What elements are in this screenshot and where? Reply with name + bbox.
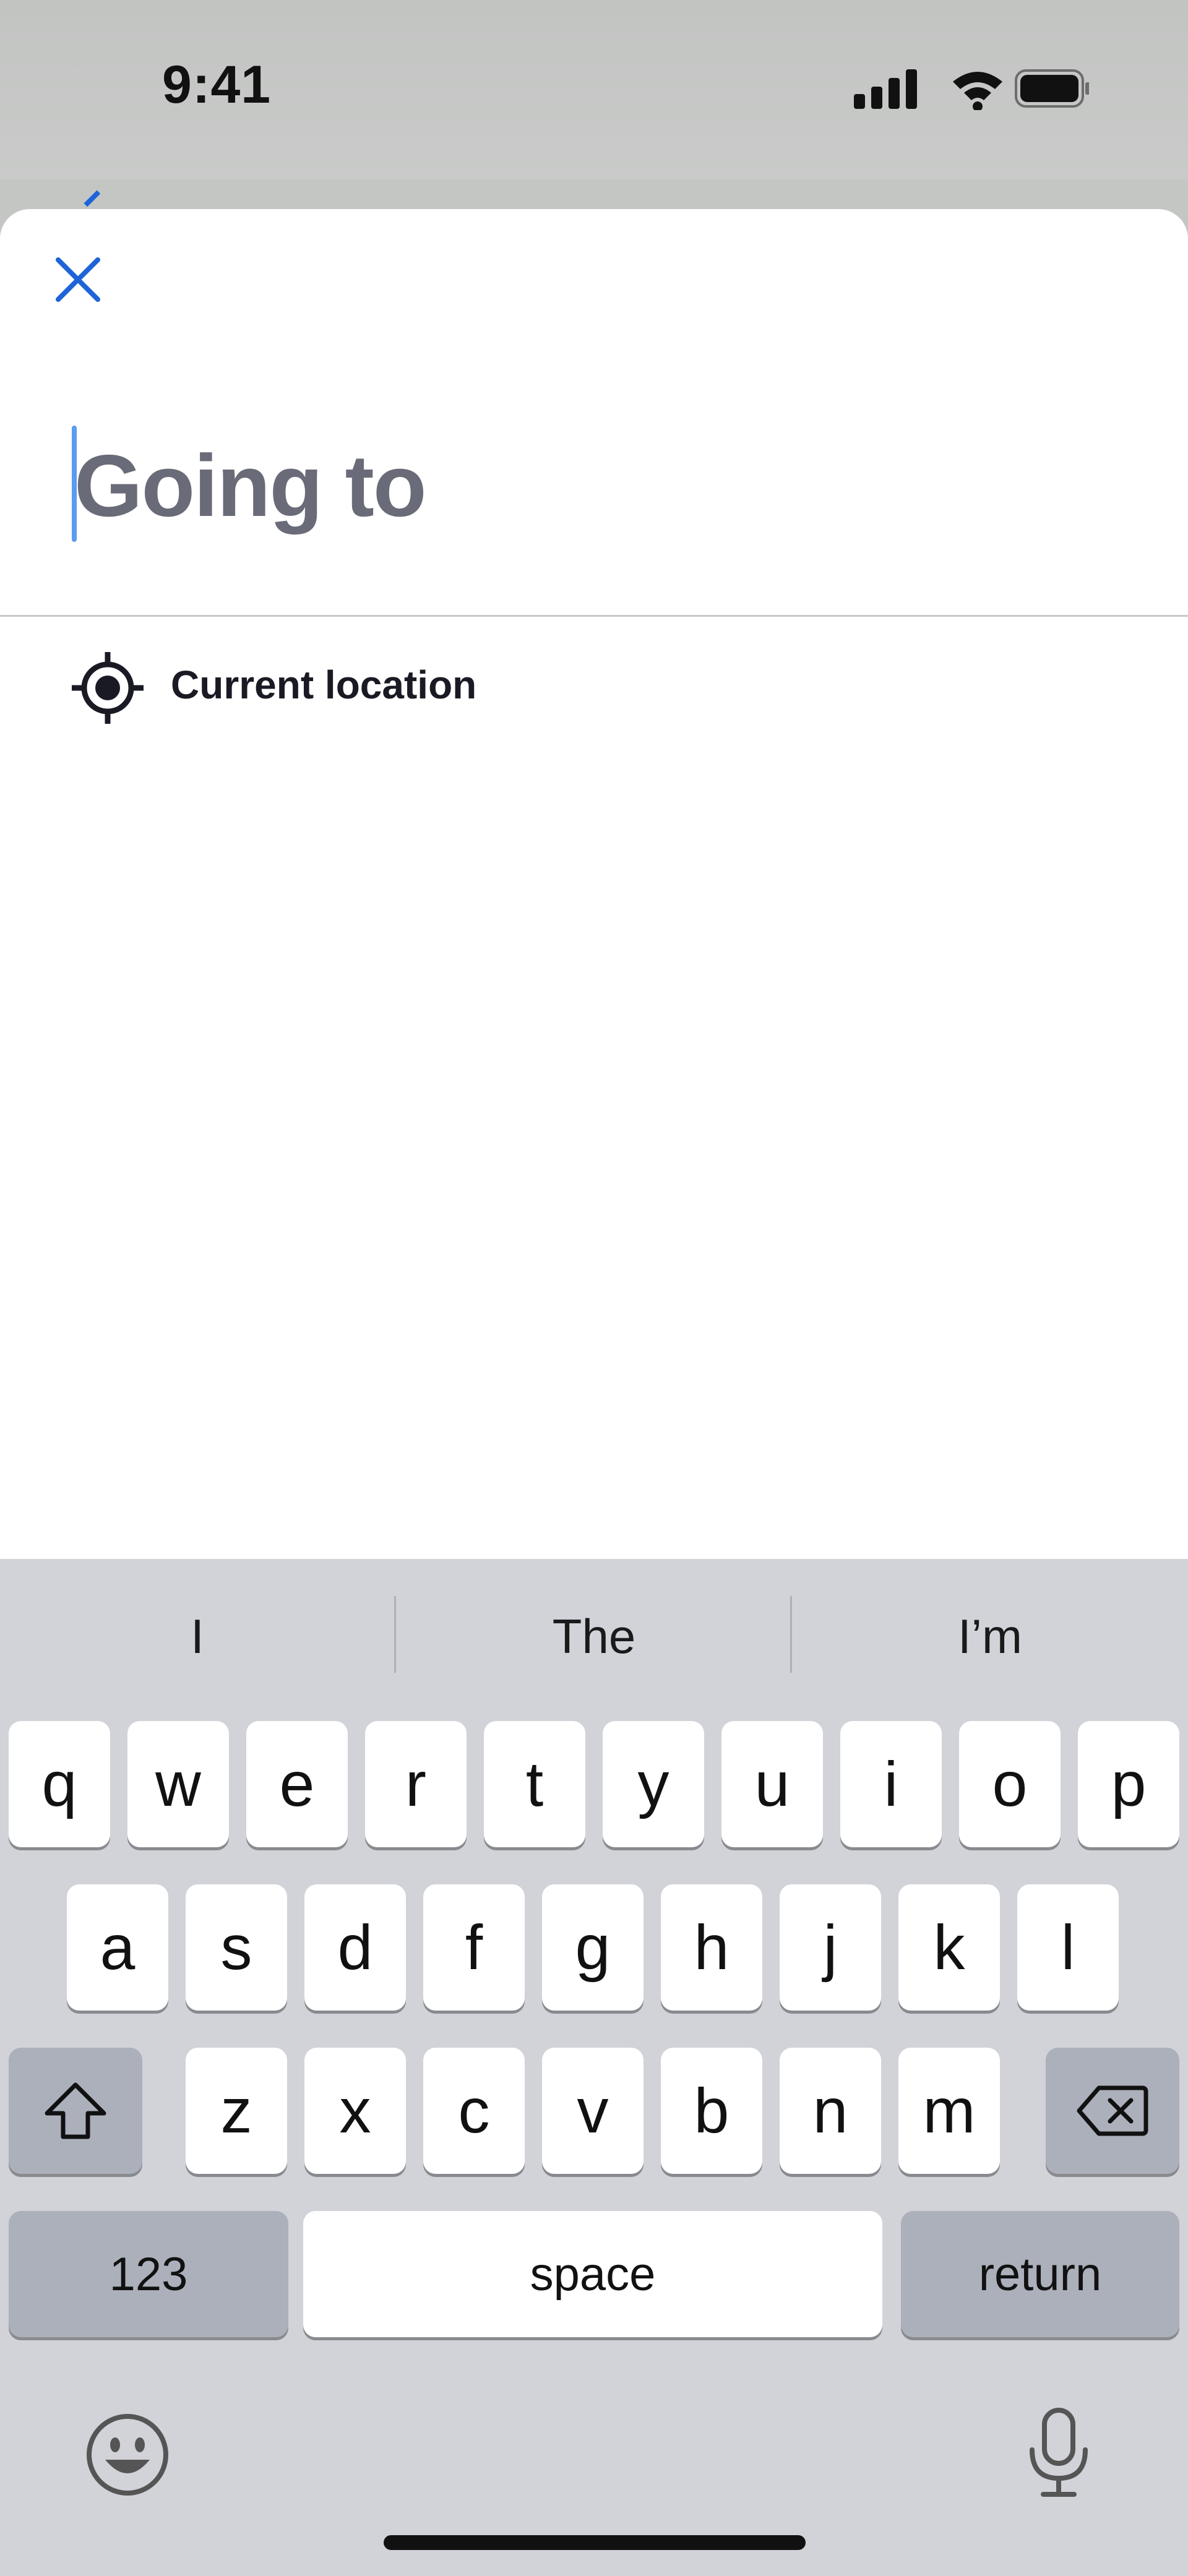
key-h[interactable]: h [661, 1884, 762, 2011]
key-w[interactable]: w [127, 1721, 229, 1847]
key-c[interactable]: c [423, 2048, 525, 2174]
key-i[interactable]: i [840, 1721, 942, 1847]
key-q[interactable]: q [9, 1721, 110, 1847]
delete-icon [1077, 2085, 1148, 2136]
key-t[interactable]: t [484, 1721, 585, 1847]
key-k[interactable]: k [898, 1884, 1000, 2011]
prediction-separator [790, 1596, 792, 1673]
prediction-separator [394, 1596, 396, 1673]
cellular-signal-icon [854, 69, 917, 109]
key-n[interactable]: n [780, 2048, 881, 2174]
key-b[interactable]: b [661, 2048, 762, 2174]
shift-key[interactable] [9, 2048, 142, 2174]
return-key[interactable]: return [901, 2211, 1179, 2337]
key-m[interactable]: m [898, 2048, 1000, 2174]
key-r[interactable]: r [365, 1721, 467, 1847]
status-time: 9:41 [162, 55, 272, 114]
current-location-label: Current location [171, 663, 477, 707]
destination-input[interactable]: Going to [72, 426, 1124, 543]
prediction-1[interactable]: I [0, 1608, 395, 1665]
delete-key[interactable] [1046, 2048, 1179, 2174]
divider [0, 615, 1188, 617]
prediction-3[interactable]: I’m [793, 1608, 1187, 1665]
key-g[interactable]: g [542, 1884, 644, 2011]
wifi-icon [953, 72, 1002, 110]
dictation-button[interactable] [1025, 2406, 1093, 2499]
back-chevron-icon [84, 190, 103, 210]
keyboard: I The I’m q w e r t y u i o p a s d f g … [0, 1559, 1188, 2576]
key-u[interactable]: u [721, 1721, 823, 1847]
current-location-icon [72, 652, 144, 724]
prediction-2[interactable]: The [397, 1608, 791, 1665]
key-x[interactable]: x [304, 2048, 406, 2174]
key-s[interactable]: s [186, 1884, 287, 2011]
key-o[interactable]: o [959, 1721, 1061, 1847]
status-bar: 9:41 [0, 0, 1188, 179]
microphone-icon [1030, 2408, 1088, 2497]
close-button[interactable] [48, 250, 108, 309]
key-f[interactable]: f [423, 1884, 525, 2011]
space-key[interactable]: space [303, 2211, 882, 2337]
shift-icon [45, 2082, 106, 2139]
status-icons [854, 69, 1089, 110]
numbers-key[interactable]: 123 [9, 2211, 288, 2337]
key-z[interactable]: z [186, 2048, 287, 2174]
key-p[interactable]: p [1078, 1721, 1179, 1847]
battery-icon [1015, 69, 1089, 108]
key-y[interactable]: y [603, 1721, 704, 1847]
emoji-button[interactable] [84, 2411, 171, 2498]
key-l[interactable]: l [1017, 1884, 1119, 2011]
key-d[interactable]: d [304, 1884, 406, 2011]
current-location-option[interactable]: Current location [72, 647, 691, 724]
emoji-icon [87, 2414, 168, 2496]
key-j[interactable]: j [780, 1884, 881, 2011]
home-indicator [384, 2535, 806, 2550]
key-e[interactable]: e [246, 1721, 348, 1847]
close-icon [56, 257, 100, 302]
key-v[interactable]: v [542, 2048, 644, 2174]
predictive-bar: I The I’m [0, 1559, 1188, 1705]
destination-placeholder: Going to [74, 437, 427, 535]
key-a[interactable]: a [67, 1884, 168, 2011]
